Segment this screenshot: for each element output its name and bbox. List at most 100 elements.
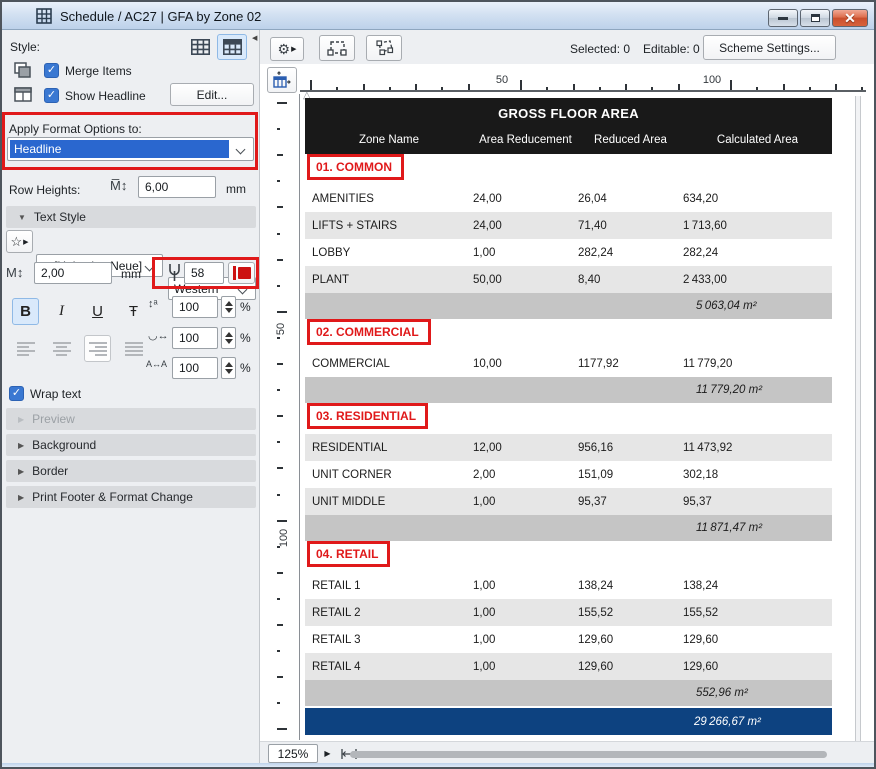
ruler-tick [336, 87, 338, 90]
apply-format-dropdown[interactable]: Headline [7, 137, 254, 161]
table-row[interactable]: RESIDENTIAL12,00956,1611 473,92 [305, 434, 832, 461]
merge-items-checkbox[interactable]: ✓ [44, 63, 59, 78]
table-row[interactable]: UNIT MIDDLE1,0095,3795,37 [305, 488, 832, 515]
underline-button[interactable]: U [84, 298, 111, 325]
char-tracking-unit: % [240, 361, 251, 375]
text-style-section[interactable]: ▼ Text Style [6, 206, 256, 228]
value-cell: 956,16 [578, 442, 683, 454]
table-row[interactable]: LIFTS + STAIRS24,0071,401 713,60 [305, 212, 832, 239]
subtotal-row[interactable]: 552,96 m² [305, 680, 832, 706]
strikethrough-button[interactable]: Ŧ [120, 298, 147, 325]
flyout-arrow-icon: ▶ [291, 45, 296, 53]
select-area-button[interactable] [319, 35, 355, 61]
wrap-text-checkbox[interactable]: ✓ [9, 386, 24, 401]
titlebar[interactable]: Schedule / AC27 | GFA by Zone 02 ✕ [2, 2, 874, 30]
expand-arrow-icon: ▶ [18, 493, 24, 502]
star-icon: ☆ [10, 234, 22, 250]
text-size-input[interactable]: 2,00 [34, 262, 112, 284]
ruler-tick [756, 87, 758, 90]
value-cell: 11 779,20 [683, 358, 832, 370]
select-3d-button[interactable] [366, 35, 402, 61]
settings-menu-button[interactable]: ⚙▶ [270, 37, 304, 61]
collapse-panel-arrow-icon[interactable]: ◀ [252, 34, 257, 42]
bold-button[interactable]: B [12, 298, 39, 325]
merge-items-icon [14, 62, 32, 78]
value-cell: 282,24 [578, 247, 683, 259]
table-row[interactable]: RETAIL 21,00155,52155,52 [305, 599, 832, 626]
pen-color-swatch[interactable] [228, 262, 255, 284]
ruler-tick [277, 102, 287, 104]
style-headline-button[interactable] [217, 34, 247, 60]
table-style-1-icon [191, 39, 210, 55]
italic-button[interactable]: I [48, 298, 75, 325]
minimize-button[interactable] [768, 9, 798, 27]
align-center-icon [53, 342, 71, 356]
pen-number-input[interactable]: 58 [184, 262, 224, 284]
favorites-button[interactable]: ☆▶ [6, 230, 33, 253]
zoom-level-field[interactable]: 125% [268, 744, 318, 763]
category-row[interactable]: 01. COMMON [305, 156, 832, 182]
category-row[interactable]: 03. RESIDENTIAL [305, 405, 832, 431]
subtotal-row[interactable]: 11 779,20 m² [305, 377, 832, 403]
category-annotation: 01. COMMON [307, 154, 404, 180]
vertical-scrollbar[interactable] [855, 96, 861, 741]
ruler-tick [277, 520, 287, 522]
align-left-button[interactable] [12, 335, 39, 362]
zone-name-cell: RESIDENTIAL [305, 442, 473, 454]
line-spacing-input[interactable]: 100 [172, 296, 218, 318]
char-tracking-input[interactable]: 100 [172, 357, 218, 379]
border-section[interactable]: ▶ Border [6, 460, 256, 482]
table-row[interactable]: COMMERCIAL10,001177,9211 779,20 [305, 350, 832, 377]
style-compact-button[interactable] [185, 34, 215, 60]
table-row[interactable]: RETAIL 31,00129,60129,60 [305, 626, 832, 653]
table-row[interactable]: UNIT CORNER2,00151,09302,18 [305, 461, 832, 488]
chevron-down-icon [238, 285, 248, 295]
table-row[interactable]: RETAIL 41,00129,60129,60 [305, 653, 832, 680]
category-row[interactable]: 02. COMMERCIAL [305, 321, 832, 347]
table-row[interactable]: LOBBY1,00282,24282,24 [305, 239, 832, 266]
background-section[interactable]: ▶ Background [6, 434, 256, 456]
subtotal-row[interactable]: 11 871,47 m² [305, 515, 832, 541]
header-orientation-button[interactable] [267, 67, 297, 93]
scheme-settings-button[interactable]: Scheme Settings... [703, 35, 836, 60]
category-annotation: 03. RESIDENTIAL [307, 403, 428, 429]
horizontal-ruler[interactable]: 50100 [300, 66, 866, 92]
table-row[interactable]: RETAIL 11,00138,24138,24 [305, 572, 832, 599]
align-right-button[interactable] [84, 335, 111, 362]
zone-name-cell: COMMERCIAL [305, 358, 473, 370]
horizontal-scrollbar-thumb[interactable] [350, 751, 827, 758]
text-size-icon: M↕ [6, 265, 23, 280]
col-zone-name: Zone Name [305, 134, 473, 146]
grand-total-row[interactable]: 29 266,67 m² [305, 708, 832, 735]
print-footer-section[interactable]: ▶ Print Footer & Format Change [6, 486, 256, 508]
char-width-input[interactable]: 100 [172, 327, 218, 349]
row-height-input[interactable]: 6,00 [138, 176, 216, 198]
vertical-ruler[interactable]: 50100 [274, 94, 300, 740]
table-row[interactable]: PLANT50,008,402 433,00 [305, 266, 832, 293]
text-style-label: Text Style [34, 210, 86, 224]
ruler-tick [277, 285, 280, 287]
table-row[interactable]: AMENITIES24,0026,04634,20 [305, 185, 832, 212]
table-style-2-icon [223, 39, 242, 55]
preview-section[interactable]: ▶ Preview [6, 408, 256, 430]
zoom-menu-button[interactable]: ▶ [320, 744, 335, 763]
char-tracking-stepper[interactable] [221, 357, 236, 379]
category-row[interactable]: 04. RETAIL [305, 543, 832, 569]
show-headline-checkbox[interactable]: ✓ [44, 88, 59, 103]
char-width-stepper[interactable] [221, 327, 236, 349]
restore-button[interactable] [800, 9, 830, 27]
subtotal-row[interactable]: 5 063,04 m² [305, 293, 832, 319]
schedule-table[interactable]: GROSS FLOOR AREA Zone Name Area Reduceme… [305, 98, 832, 735]
show-headline-label: Show Headline [65, 89, 146, 103]
line-spacing-stepper[interactable] [221, 296, 236, 318]
merge-items-label: Merge Items [65, 64, 132, 78]
ruler-tick [277, 494, 280, 496]
align-center-button[interactable] [48, 335, 75, 362]
align-justify-button[interactable] [120, 335, 147, 362]
char-tracking-icon: A↔A [146, 359, 167, 369]
table-body: 01. COMMON AMENITIES24,0026,04634,20LIFTS… [305, 154, 832, 735]
close-button[interactable]: ✕ [832, 9, 868, 27]
ruler-tick [363, 84, 365, 90]
edit-button[interactable]: Edit... [170, 83, 254, 106]
value-cell: 26,04 [578, 193, 683, 205]
